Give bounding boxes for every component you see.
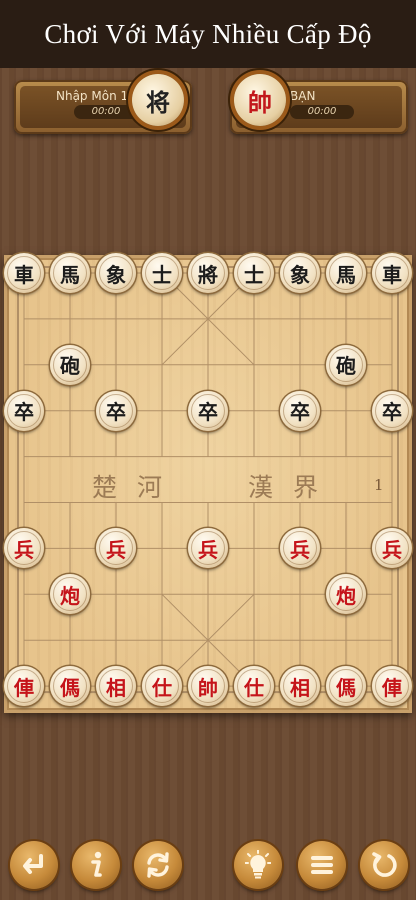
piece-char: 卒: [106, 400, 126, 425]
menu-icon: [311, 856, 333, 874]
piece-char: 兵: [14, 537, 34, 562]
header-bar: Chơi Với Máy Nhiều Cấp Độ: [0, 0, 416, 68]
piece-red[interactable]: 仕: [234, 666, 274, 707]
river-text-left: 楚河: [92, 473, 183, 502]
piece-char: 馬: [336, 262, 356, 287]
info-button[interactable]: [72, 841, 120, 889]
piece-red[interactable]: 俥: [4, 666, 44, 707]
piece-char: 砲: [336, 354, 356, 379]
piece-black[interactable]: 砲: [326, 344, 366, 385]
piece-red[interactable]: 仕: [142, 666, 182, 707]
piece-char: 兵: [290, 537, 310, 562]
hint-button[interactable]: [234, 841, 282, 889]
opponent-avatar: 将: [132, 74, 184, 126]
piece-black[interactable]: 象: [96, 253, 136, 293]
piece-char: 卒: [14, 400, 34, 425]
piece-char: 帥: [198, 675, 218, 700]
piece-red[interactable]: 相: [96, 666, 136, 707]
piece-char: 仕: [244, 675, 264, 700]
piece-char: 車: [14, 262, 34, 287]
xiangqi-board[interactable]: [4, 255, 412, 713]
swap-arrows-icon: [147, 852, 169, 878]
lightbulb-icon: [245, 850, 271, 879]
piece-char: 傌: [60, 675, 80, 700]
piece-char: 仕: [152, 675, 172, 700]
piece-black[interactable]: 車: [372, 253, 412, 293]
piece-black[interactable]: 將: [188, 253, 228, 293]
page-title: Chơi Với Máy Nhiều Cấp Độ: [44, 18, 372, 49]
piece-red[interactable]: 帥: [188, 666, 228, 707]
piece-char: 砲: [60, 354, 80, 379]
restart-icon: [372, 852, 397, 877]
piece-char: 兵: [106, 537, 126, 562]
piece-black[interactable]: 卒: [188, 390, 228, 431]
piece-char: 象: [106, 262, 126, 287]
opponent-name: Nhập Môn 1: [56, 89, 129, 103]
piece-char: 炮: [336, 583, 356, 608]
piece-char: 相: [290, 675, 310, 700]
swap-button[interactable]: [134, 841, 182, 889]
piece-char: 象: [290, 262, 310, 287]
piece-char: 俥: [14, 675, 34, 700]
piece-char: 士: [152, 262, 172, 287]
piece-char: 卒: [382, 400, 402, 425]
piece-char: 兵: [198, 537, 218, 562]
piece-red[interactable]: 傌: [326, 666, 366, 707]
board-grid: [17, 266, 399, 694]
piece-char: 相: [106, 675, 126, 700]
menu-button[interactable]: [298, 841, 346, 889]
piece-black[interactable]: 馬: [50, 253, 90, 293]
piece-char: 將: [198, 262, 218, 287]
piece-black[interactable]: 士: [234, 253, 274, 293]
piece-char: 炮: [60, 583, 80, 608]
piece-char: 士: [244, 262, 264, 287]
piece-black[interactable]: 卒: [96, 390, 136, 431]
info-icon: [91, 851, 102, 877]
opponent-timer: 00:00: [74, 105, 138, 119]
piece-black[interactable]: 士: [142, 253, 182, 293]
piece-red[interactable]: 相: [280, 666, 320, 707]
restart-button[interactable]: [360, 841, 408, 889]
piece-black[interactable]: 卒: [372, 390, 412, 431]
piece-black[interactable]: 卒: [280, 390, 320, 431]
piece-char: 車: [382, 262, 402, 287]
piece-black[interactable]: 卒: [4, 390, 44, 431]
player-avatar: 帥: [234, 74, 286, 126]
player-panel: BẠN 00:00 帥: [230, 74, 408, 134]
piece-char: 卒: [290, 400, 310, 425]
piece-red[interactable]: 傌: [50, 666, 90, 707]
undo-arrow-icon: [23, 854, 43, 874]
undo-button[interactable]: [10, 841, 58, 889]
piece-black[interactable]: 象: [280, 253, 320, 293]
opponent-panel: Nhập Môn 1 00:00 将: [14, 74, 192, 134]
piece-char: 馬: [60, 262, 80, 287]
piece-black[interactable]: 砲: [50, 344, 90, 385]
piece-char: 傌: [336, 675, 356, 700]
piece-char: 卒: [198, 400, 218, 425]
river-text-right: 漢界: [248, 473, 339, 502]
player-timer: 00:00: [290, 105, 354, 119]
piece-char: 兵: [382, 537, 402, 562]
move-number: 1: [374, 476, 384, 494]
piece-char: 俥: [382, 675, 402, 700]
piece-red[interactable]: 俥: [372, 666, 412, 707]
piece-black[interactable]: 車: [4, 253, 44, 293]
player-name: BẠN: [290, 89, 316, 103]
piece-black[interactable]: 馬: [326, 253, 366, 293]
